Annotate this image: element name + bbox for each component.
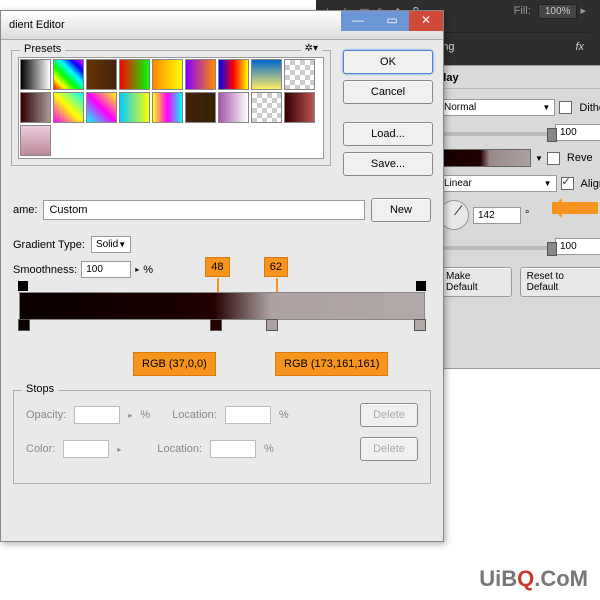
preset-swatches[interactable] (18, 57, 324, 159)
location-label: Location: (172, 409, 217, 421)
dither-check[interactable] (559, 101, 572, 114)
make-default-button[interactable]: Make Default (439, 267, 512, 297)
color-stop-input (63, 440, 109, 458)
load-button[interactable]: Load... (343, 122, 433, 146)
color-stop-100[interactable] (414, 319, 426, 331)
color-stop-48[interactable] (210, 319, 222, 331)
chevron-right-icon[interactable]: ▸ (580, 5, 586, 17)
align-check[interactable] (561, 177, 574, 190)
fill-label: Fill: (514, 5, 531, 17)
reverse-check[interactable] (547, 152, 560, 165)
name-label: ame: (13, 204, 37, 216)
gradient-bar[interactable] (19, 292, 425, 320)
scale-input[interactable]: 100 (555, 238, 600, 255)
color-label: Color: (26, 443, 55, 455)
chevron-down-icon: ▼ (118, 240, 126, 249)
opacity-input[interactable]: 100 (555, 124, 600, 141)
dialog-title: dient Editor — ▭ ✕ (1, 11, 443, 40)
smoothness-label: Smoothness: (13, 264, 77, 276)
color-location-input (210, 440, 256, 458)
callout-rgb2: RGB (173,161,161) (275, 352, 388, 376)
fx-badge[interactable]: fx (575, 41, 584, 53)
fill-value[interactable]: 100% (538, 4, 578, 19)
style-select[interactable]: Linear▼ (439, 175, 557, 192)
maximize-button[interactable]: ▭ (375, 11, 409, 31)
ok-button[interactable]: OK (343, 50, 433, 74)
opacity-stop-input (74, 406, 120, 424)
opacity-stop-right[interactable] (416, 281, 426, 291)
new-button[interactable]: New (371, 198, 431, 222)
scale-slider[interactable] (439, 246, 551, 250)
blend-select[interactable]: Normal▼ (439, 99, 555, 116)
callout-62: 62 (264, 257, 288, 277)
opacity-slider[interactable] (439, 132, 551, 136)
chevron-right-icon[interactable]: ▸ (135, 265, 139, 274)
minimize-button[interactable]: — (341, 11, 375, 31)
color-stop-0[interactable] (18, 319, 30, 331)
gradient-editor-dialog: dient Editor — ▭ ✕ Presets ✲▾ (0, 10, 444, 542)
location-label-2: Location: (157, 443, 202, 455)
color-stop-62[interactable] (266, 319, 278, 331)
gradient-type-select[interactable]: Solid▼ (91, 236, 131, 253)
close-button[interactable]: ✕ (409, 11, 443, 31)
layer-style-panel: rlay Normal▼ Dithe 100 ▼ Reve Linear▼ Al… (432, 65, 600, 369)
gradient-preview[interactable] (439, 149, 531, 167)
gradient-bar-wrap: 48 62 RGB (37,0,0) RGB (173,161,161) (13, 292, 431, 320)
fill-box: Fill: 100% ▸ (514, 4, 586, 17)
watermark: UiBQ.CoM (479, 566, 588, 592)
gear-icon[interactable]: ✲▾ (301, 43, 322, 54)
callout-48: 48 (205, 257, 229, 277)
opacity-label: Opacity: (26, 409, 66, 421)
stops-group: Stops Opacity: ▸% Location: % Delete Col… (13, 390, 431, 484)
overlay-header: rlay (439, 72, 600, 89)
cancel-button[interactable]: Cancel (343, 80, 433, 104)
angle-input[interactable]: 142 (473, 207, 521, 224)
smoothness-input[interactable]: 100 (81, 261, 131, 278)
reset-default-button[interactable]: Reset to Default (520, 267, 600, 297)
chevron-down-icon: ▼ (544, 179, 552, 188)
opacity-location-input (225, 406, 271, 424)
gradient-type-label: Gradient Type: (13, 239, 85, 251)
callout-rgb1: RGB (37,0,0) (133, 352, 216, 376)
delete-opacity-button: Delete (360, 403, 418, 427)
opacity-stop-left[interactable] (18, 281, 28, 291)
chevron-down-icon: ▼ (542, 103, 550, 112)
annotation-arrow (552, 202, 598, 214)
stops-label: Stops (22, 383, 58, 395)
presets-group: Presets ✲▾ (11, 50, 331, 166)
name-input[interactable]: Custom (43, 200, 365, 220)
delete-color-button: Delete (360, 437, 418, 461)
presets-label: Presets (20, 43, 65, 55)
save-button[interactable]: Save... (343, 152, 433, 176)
chevron-down-icon[interactable]: ▼ (535, 154, 543, 163)
